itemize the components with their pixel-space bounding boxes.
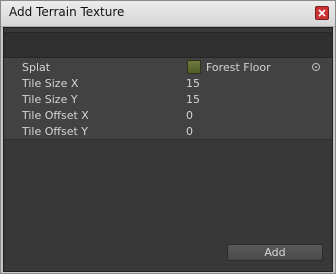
tile-offset-y-field[interactable]: 0	[186, 125, 193, 138]
tile-offset-y-label: Tile Offset Y	[22, 125, 89, 138]
window-title: Add Terrain Texture	[9, 5, 125, 19]
add-button[interactable]: Add	[227, 244, 323, 261]
splat-label: Splat	[22, 61, 51, 74]
splat-field[interactable]: Forest Floor	[206, 61, 271, 74]
dialog-content: Splat Forest Floor Tile Size X 15 Tile S…	[3, 27, 333, 272]
add-terrain-texture-window: Add Terrain Texture Splat Forest Floor T…	[0, 0, 336, 274]
close-button[interactable]	[315, 6, 329, 20]
row-tile-offset-x: Tile Offset X 0	[4, 108, 332, 124]
tile-size-y-label: Tile Size Y	[22, 93, 78, 106]
tile-size-y-field[interactable]: 15	[186, 93, 200, 106]
tile-size-x-field[interactable]: 15	[186, 77, 200, 90]
row-tile-size-x: Tile Size X 15	[4, 76, 332, 92]
row-tile-size-y: Tile Size Y 15	[4, 92, 332, 108]
header-strip	[4, 32, 332, 58]
row-splat: Splat Forest Floor	[4, 60, 332, 76]
object-picker-icon[interactable]	[312, 63, 320, 71]
properties-panel: Splat Forest Floor Tile Size X 15 Tile S…	[4, 58, 332, 140]
splat-thumbnail	[187, 60, 201, 74]
tile-size-x-label: Tile Size X	[22, 77, 79, 90]
row-tile-offset-y: Tile Offset Y 0	[4, 124, 332, 140]
title-bar: Add Terrain Texture	[1, 1, 335, 27]
tile-offset-x-label: Tile Offset X	[22, 109, 89, 122]
close-icon	[318, 9, 326, 17]
tile-offset-x-field[interactable]: 0	[186, 109, 193, 122]
footer-area: Add	[4, 140, 332, 271]
